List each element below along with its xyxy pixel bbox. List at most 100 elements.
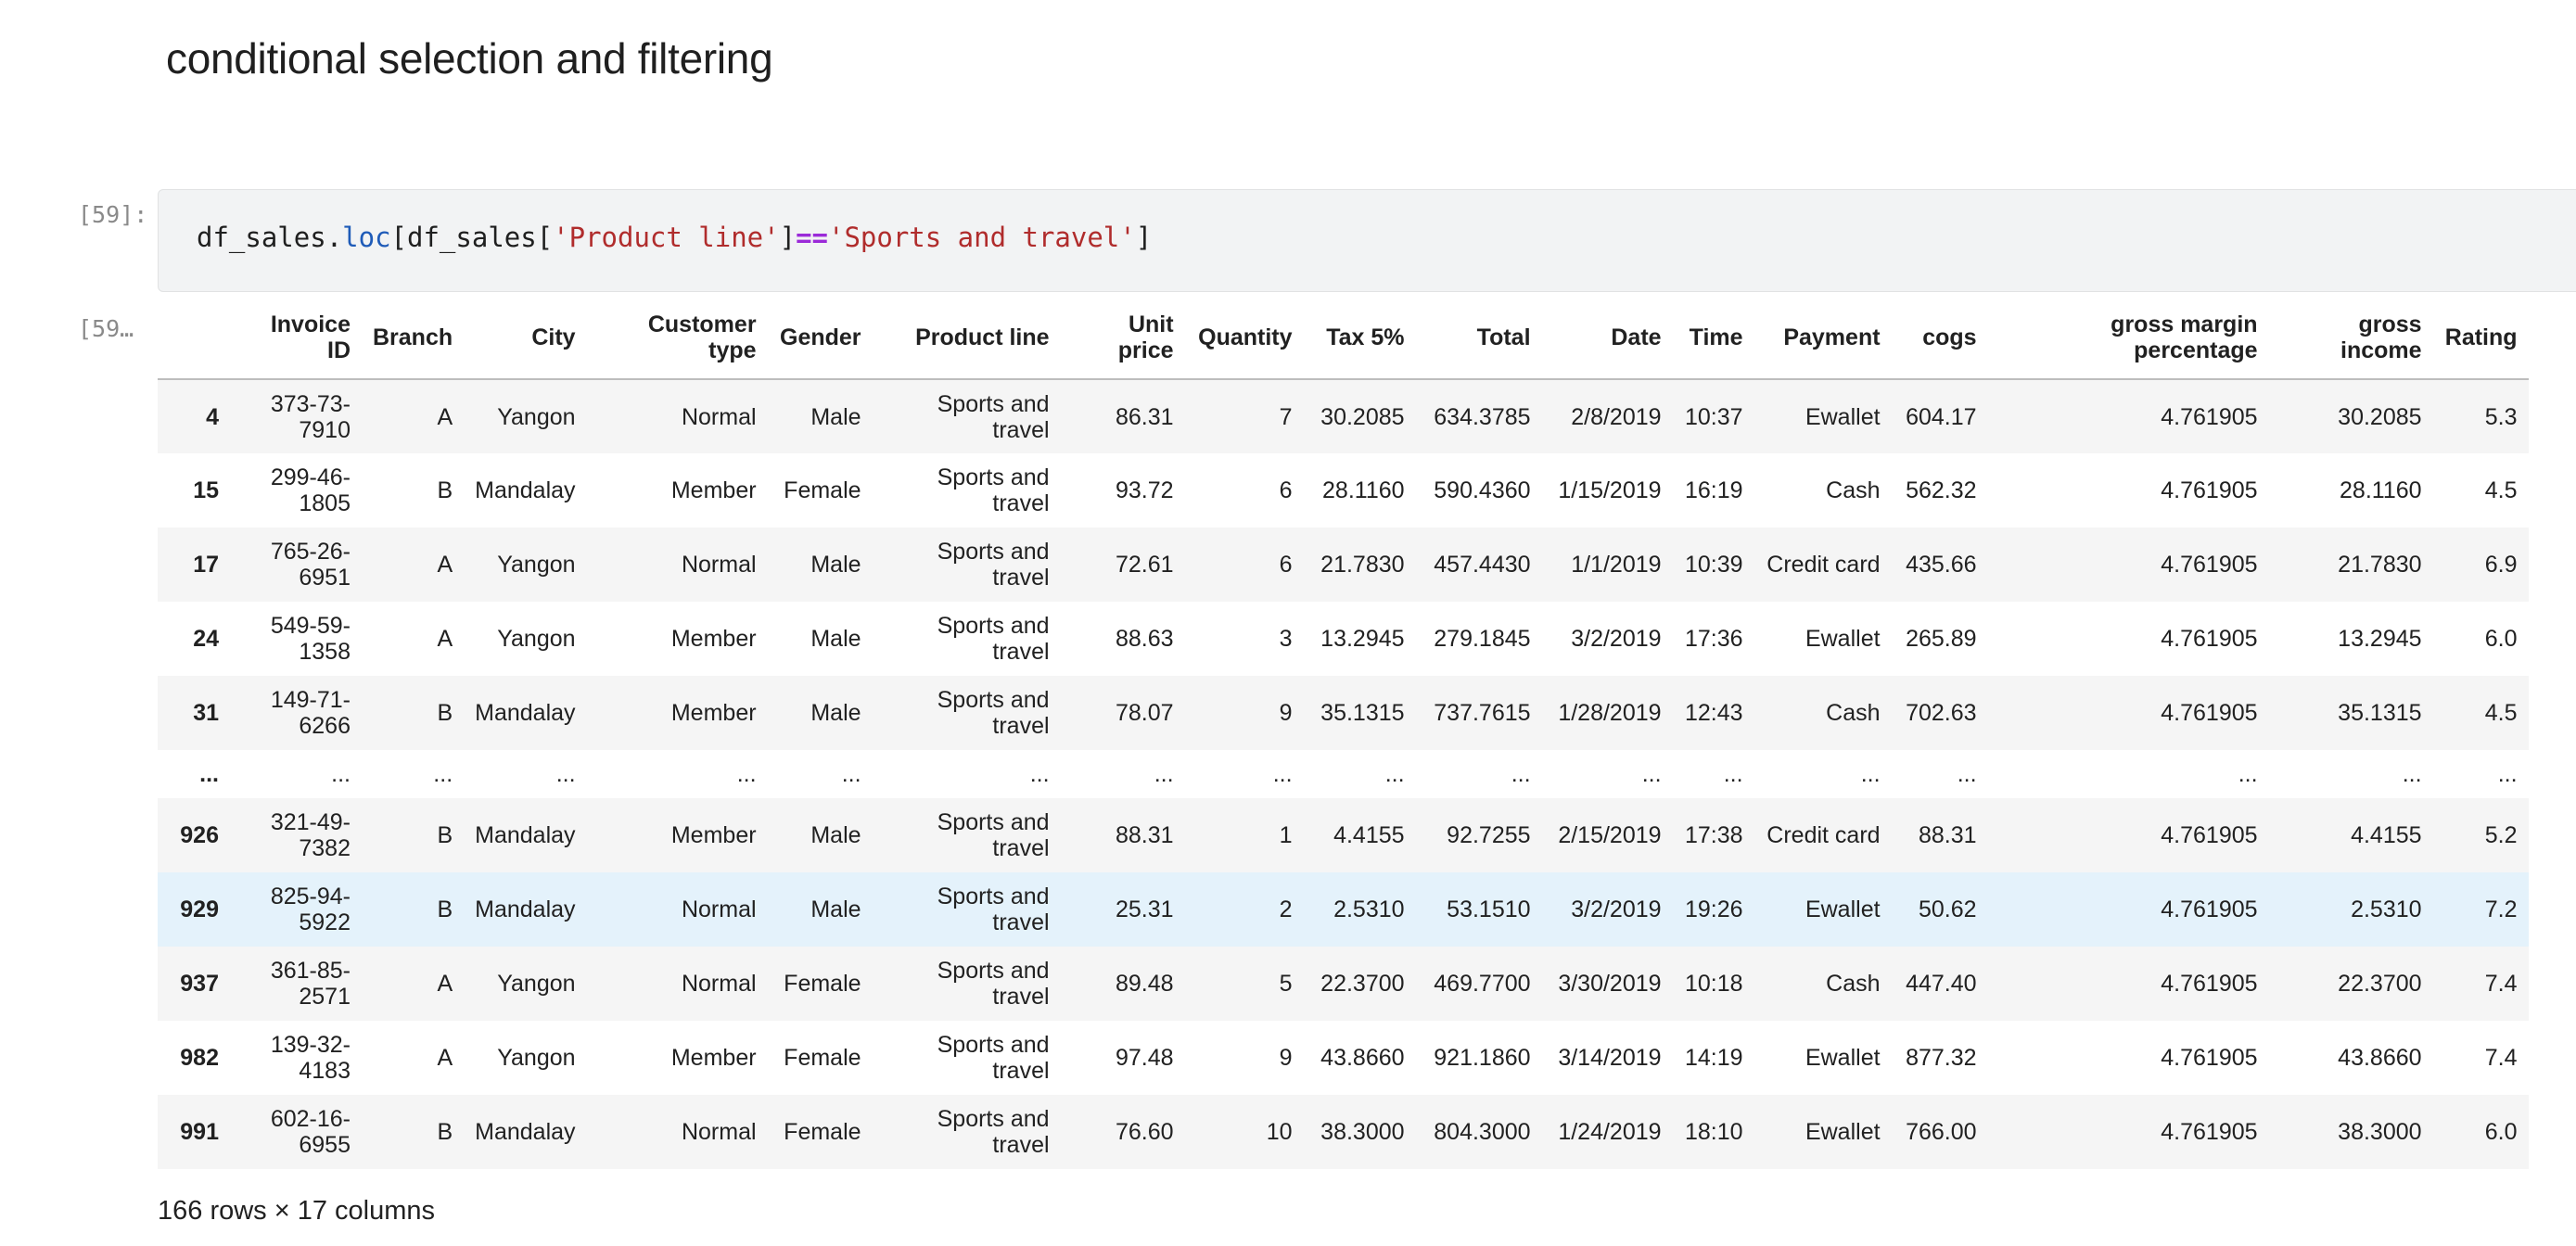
table-cell: Sports and travel [937, 1106, 1050, 1158]
table-cell: Sports and travel [937, 1032, 1050, 1084]
table-cell: 28.1160 [1322, 477, 1405, 503]
table-cell: 590.4360 [1434, 477, 1531, 503]
table-cell: 88.31 [1115, 822, 1174, 848]
table-cell: Cash [1826, 971, 1881, 997]
code-cell[interactable]: df_sales.loc[df_sales['Product line']=='… [158, 189, 2576, 292]
table-cell: 38.3000 [1320, 1119, 1405, 1145]
table-cell: Credit card [1766, 552, 1881, 578]
code-line[interactable]: df_sales.loc[df_sales['Product line']=='… [197, 222, 1152, 253]
table-cell: 4.761905 [2161, 822, 2258, 848]
table-cell: 435.66 [1906, 552, 1977, 578]
table-cell: ... [1860, 761, 1881, 787]
column-header: Customer type [586, 297, 768, 380]
table-cell: 53.1510 [1447, 896, 1531, 922]
table-cell: 4.4155 [2351, 822, 2422, 848]
table-cell: 3 [1279, 626, 1293, 652]
table-cell: 1/15/2019 [1558, 477, 1662, 503]
table-shape-summary: 166 rows × 17 columns [158, 1196, 436, 1226]
table-cell: 4.761905 [2161, 971, 2258, 997]
table-cell: 6.9 [2484, 552, 2518, 578]
table-cell: 4.761905 [2161, 1119, 2258, 1145]
table-cell: 4.761905 [2161, 552, 2258, 578]
table-cell: 21.7830 [2338, 552, 2422, 578]
code-token: . [325, 222, 343, 253]
table-cell: ... [1641, 761, 1662, 787]
row-index: 937 [180, 971, 219, 997]
table-cell: 22.3700 [2338, 971, 2422, 997]
table-cell: Normal [681, 896, 757, 922]
column-header: gross income [2268, 297, 2433, 380]
row-index: 991 [180, 1119, 219, 1145]
table-cell: ... [2402, 761, 2422, 787]
table-cell: 10:37 [1684, 403, 1743, 430]
code-token: df_sales [407, 222, 537, 253]
table-cell: 5.3 [2484, 403, 2518, 430]
table-cell: A [437, 403, 453, 430]
table-cell: 18:10 [1684, 1119, 1743, 1145]
table-cell: 804.3000 [1434, 1119, 1531, 1145]
table-cell: Normal [681, 971, 757, 997]
table-row: 937 361-85-2571 A Yangon Normal Female Sports … [158, 947, 2529, 1021]
table-cell: Mandalay [475, 1119, 576, 1145]
column-header: Invoice ID [230, 297, 362, 380]
input-prompt: [59]: [78, 201, 148, 228]
table-cell: 4.761905 [2161, 1045, 2258, 1071]
row-index: 4 [206, 403, 219, 430]
table-cell: 35.1315 [2338, 700, 2422, 726]
table-cell: 30.2085 [1320, 403, 1405, 430]
table-cell: 72.61 [1115, 552, 1174, 578]
column-header: gross margin percentage [1987, 297, 2269, 380]
table-cell: ... [736, 761, 757, 787]
table-cell: Cash [1826, 477, 1881, 503]
table-cell: 6 [1279, 477, 1293, 503]
table-cell: 13.2945 [1320, 626, 1405, 652]
row-index: 926 [180, 822, 219, 848]
table-cell: ... [1154, 761, 1174, 787]
table-row: 31 149-71-6266 B Mandalay Member Male Sports a… [158, 676, 2529, 750]
table-cell: 12:43 [1684, 700, 1743, 726]
table-cell: 10 [1266, 1119, 1293, 1145]
table-cell: Female [784, 477, 861, 503]
table-cell: 10:18 [1684, 971, 1743, 997]
table-row: 991 602-16-6955 B Mandalay Normal Female Sport… [158, 1095, 2529, 1169]
table-cell: 766.00 [1906, 1119, 1977, 1145]
table-cell: 562.32 [1906, 477, 1977, 503]
table-cell: 7.2 [2484, 896, 2518, 922]
table-cell: Member [670, 477, 757, 503]
table-cell: 30.2085 [2338, 403, 2422, 430]
table-cell: 35.1315 [1320, 700, 1405, 726]
table-cell: 4.5 [2484, 477, 2518, 503]
column-header: Date [1541, 297, 1673, 380]
table-cell: 457.4430 [1434, 552, 1531, 578]
table-cell: 373-73-7910 [270, 390, 351, 443]
table-header-row: Invoice ID Branch City Customer type Gender P… [158, 297, 2529, 380]
table-cell: Male [810, 896, 861, 922]
table-cell: 2.5310 [2351, 896, 2422, 922]
row-index: 24 [193, 626, 219, 652]
table-cell: 1/28/2019 [1558, 700, 1662, 726]
table-cell: 9 [1279, 1045, 1293, 1071]
table-row: ........................................… [158, 750, 2529, 798]
table-cell: 10:39 [1684, 552, 1743, 578]
row-index: 982 [180, 1045, 219, 1071]
table-cell: 4.761905 [2161, 403, 2258, 430]
table-cell: 825-94-5922 [270, 884, 351, 935]
table-cell: 3/30/2019 [1558, 971, 1662, 997]
table-cell: 16:19 [1684, 477, 1743, 503]
table-cell: 361-85-2571 [270, 958, 351, 1010]
table-cell: Ewallet [1804, 896, 1881, 922]
table-cell: ... [555, 761, 576, 787]
column-header: Quantity [1184, 297, 1304, 380]
table-cell: ... [1723, 761, 1743, 787]
table-cell: Male [810, 700, 861, 726]
table-cell: 43.8660 [1320, 1045, 1405, 1071]
column-header: Tax 5% [1303, 297, 1416, 380]
table-cell: 4.5 [2484, 700, 2518, 726]
table-row: 15 299-46-1805 B Mandalay Member Female Sports… [158, 453, 2529, 528]
table-cell: Male [810, 626, 861, 652]
table-cell: ... [2497, 761, 2518, 787]
table-cell: 3/14/2019 [1558, 1045, 1662, 1071]
table-cell: 9 [1279, 700, 1293, 726]
table-cell: 3/2/2019 [1571, 626, 1662, 652]
table-cell: 88.31 [1918, 822, 1977, 848]
